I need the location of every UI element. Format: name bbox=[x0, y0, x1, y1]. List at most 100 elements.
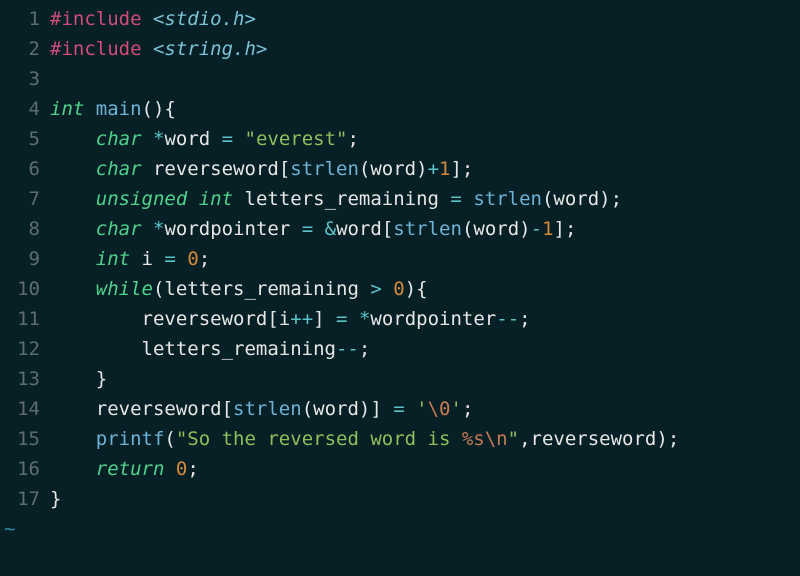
code-token: \0 bbox=[428, 398, 451, 420]
code-token: -- bbox=[336, 338, 359, 360]
code-token: ( bbox=[302, 398, 313, 420]
code-token bbox=[84, 98, 95, 120]
code-token: word bbox=[553, 188, 599, 210]
code-token: strlen bbox=[473, 188, 542, 210]
code-token: 1 bbox=[542, 218, 553, 240]
code-token: ++ bbox=[290, 308, 313, 330]
code-line[interactable]: while(letters_remaining > 0){ bbox=[50, 274, 800, 304]
code-token: reverseword bbox=[531, 428, 657, 450]
line-number: 6 bbox=[0, 154, 40, 184]
code-area[interactable]: #include <stdio.h>#include <string.h> int… bbox=[50, 4, 800, 514]
code-token: -- bbox=[496, 308, 519, 330]
code-token: ); bbox=[599, 188, 622, 210]
code-token: "everest" bbox=[245, 128, 348, 150]
code-token bbox=[50, 458, 96, 480]
code-line[interactable]: char *word = "everest"; bbox=[50, 124, 800, 154]
code-token: letters_remaining bbox=[164, 278, 370, 300]
code-token: = bbox=[222, 128, 233, 150]
code-token: = bbox=[450, 188, 461, 210]
line-number: 11 bbox=[0, 304, 40, 334]
code-token: ( bbox=[359, 158, 370, 180]
code-token: = bbox=[393, 398, 404, 420]
code-token: strlen bbox=[233, 398, 302, 420]
code-line[interactable]: #include <stdio.h> bbox=[50, 4, 800, 34]
code-token bbox=[142, 218, 153, 240]
code-token: <string.h> bbox=[153, 38, 267, 60]
line-number: 8 bbox=[0, 214, 40, 244]
code-line[interactable]: #include <string.h> bbox=[50, 34, 800, 64]
code-token: char bbox=[96, 218, 142, 240]
code-token: word bbox=[370, 158, 416, 180]
code-token: = bbox=[164, 248, 175, 270]
line-number: 3 bbox=[0, 64, 40, 94]
line-number: 10 bbox=[0, 274, 40, 304]
code-token: * bbox=[153, 128, 164, 150]
code-token bbox=[50, 428, 96, 450]
code-token: )] bbox=[359, 398, 393, 420]
code-token: main bbox=[96, 98, 142, 120]
code-token: word bbox=[313, 398, 359, 420]
code-line[interactable]: int main(){ bbox=[50, 94, 800, 124]
code-line[interactable]: char *wordpointer = &word[strlen(word)-1… bbox=[50, 214, 800, 244]
code-line[interactable]: } bbox=[50, 484, 800, 514]
line-number: 13 bbox=[0, 364, 40, 394]
code-token: "So the reversed word is bbox=[176, 428, 462, 450]
line-number: 14 bbox=[0, 394, 40, 424]
code-token: word bbox=[336, 218, 382, 240]
code-line[interactable]: reverseword[strlen(word)] = '\0'; bbox=[50, 394, 800, 424]
code-token: , bbox=[519, 428, 530, 450]
code-line[interactable]: unsigned int letters_remaining = strlen(… bbox=[50, 184, 800, 214]
code-token: ]; bbox=[450, 158, 473, 180]
code-token: ; bbox=[199, 248, 210, 270]
code-line[interactable]: letters_remaining--; bbox=[50, 334, 800, 364]
code-token bbox=[313, 218, 324, 240]
code-line[interactable]: } bbox=[50, 364, 800, 394]
code-token bbox=[405, 398, 416, 420]
code-token: char bbox=[96, 128, 142, 150]
code-token bbox=[233, 128, 244, 150]
code-token: ); bbox=[656, 428, 679, 450]
code-token: letters_remaining bbox=[233, 188, 450, 210]
code-token: = bbox=[336, 308, 347, 330]
code-token: [ bbox=[382, 218, 393, 240]
line-number: 2 bbox=[0, 34, 40, 64]
code-token: \n bbox=[485, 428, 508, 450]
code-editor[interactable]: 1234567891011121314151617 #include <stdi… bbox=[0, 0, 800, 514]
code-line[interactable]: char reverseword[strlen(word)+1]; bbox=[50, 154, 800, 184]
code-token bbox=[50, 158, 96, 180]
code-token: 0 bbox=[393, 278, 404, 300]
code-token: ; bbox=[348, 128, 359, 150]
code-token: 0 bbox=[187, 248, 198, 270]
code-token: reverseword bbox=[142, 158, 279, 180]
code-token: * bbox=[153, 218, 164, 240]
line-number: 7 bbox=[0, 184, 40, 214]
code-line[interactable]: reverseword[i++] = *wordpointer--; bbox=[50, 304, 800, 334]
code-token: * bbox=[359, 308, 370, 330]
code-token: ( bbox=[153, 278, 164, 300]
code-token: [ bbox=[222, 398, 233, 420]
code-token: 0 bbox=[176, 458, 187, 480]
code-token: > bbox=[370, 278, 381, 300]
code-token: ; bbox=[187, 458, 198, 480]
code-token: = bbox=[302, 218, 313, 240]
code-line[interactable]: int i = 0; bbox=[50, 244, 800, 274]
code-token bbox=[164, 458, 175, 480]
code-token: ( bbox=[462, 218, 473, 240]
code-token: ; bbox=[519, 308, 530, 330]
line-number: 4 bbox=[0, 94, 40, 124]
code-token: (){ bbox=[142, 98, 176, 120]
code-token: word bbox=[473, 218, 519, 240]
code-token bbox=[348, 308, 359, 330]
code-token: word bbox=[164, 128, 221, 150]
line-number: 12 bbox=[0, 334, 40, 364]
code-token: & bbox=[325, 218, 336, 240]
code-token bbox=[462, 188, 473, 210]
code-token: unsigned bbox=[96, 188, 188, 210]
code-token: i bbox=[279, 308, 290, 330]
code-token: printf bbox=[96, 428, 165, 450]
code-token: char bbox=[96, 158, 142, 180]
code-token bbox=[176, 248, 187, 270]
code-line[interactable] bbox=[50, 64, 800, 94]
code-line[interactable]: printf("So the reversed word is %s\n",re… bbox=[50, 424, 800, 454]
code-line[interactable]: return 0; bbox=[50, 454, 800, 484]
